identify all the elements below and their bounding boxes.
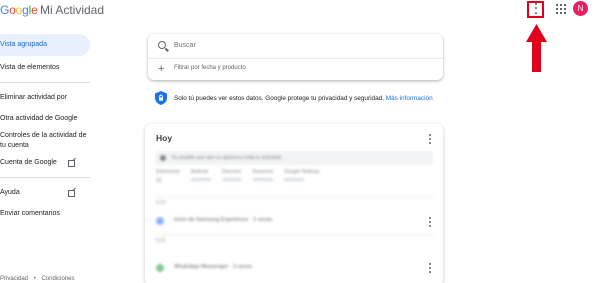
stat-label[interactable]: Google Noticias	[284, 169, 319, 175]
time-label: 9:20	[156, 200, 166, 206]
apps-grid-icon[interactable]	[556, 4, 566, 14]
sidebar-item-feedback[interactable]: Enviar comentarios	[0, 209, 90, 219]
google-logo[interactable]: Google	[0, 3, 38, 17]
sidebar-item-item-view[interactable]: Vista de elementos	[0, 63, 90, 73]
learn-more-link[interactable]: Más información	[386, 95, 433, 102]
app-icon	[156, 217, 164, 225]
footer-links: Privacidad • Condiciones	[0, 276, 75, 282]
filter-by-date-product[interactable]: Filtrar por fecha y producto	[174, 65, 246, 71]
top-bar: Google Mi Actividad N	[0, 0, 600, 22]
sidebar-divider	[0, 82, 90, 83]
sidebar-item-grouped-view[interactable]: Vista agrupada	[0, 34, 90, 56]
activity-row[interactable]: WhatsApp Messenger · 3 veces	[156, 263, 436, 273]
shield-lock-icon	[155, 91, 167, 105]
app-title: Mi Actividad	[40, 3, 105, 17]
more-options-icon[interactable]	[531, 2, 540, 15]
row-more-options-icon[interactable]	[428, 217, 432, 227]
sidebar-item-activity-controls[interactable]: Controles de la actividad de tu cuenta	[0, 131, 88, 151]
card-title: Hoy	[156, 133, 173, 143]
sidebar-item-delete-activity[interactable]: Eliminar actividad por	[0, 93, 90, 103]
info-icon	[160, 154, 166, 161]
card-more-options-icon[interactable]	[428, 134, 432, 144]
add-filter-icon[interactable]: +	[158, 64, 164, 75]
activity-text[interactable]: WhatsApp Messenger · 3 veces	[174, 264, 252, 270]
today-card: Hoy Es posible que aún no aparezca toda …	[145, 124, 443, 283]
divider	[156, 234, 434, 235]
activity-text[interactable]: Inicio de Samsung Experience · 2 veces	[174, 217, 272, 223]
privacy-text: Solo tú puedes ver estos datos. Google p…	[174, 95, 384, 102]
stat-label: Elementos	[156, 169, 180, 175]
sidebar-item-other-activity[interactable]: Otra actividad de Google	[0, 114, 90, 124]
sidebar: Vista agrupada Vista de elementos Elimin…	[0, 34, 92, 283]
time-label: 9:20	[156, 238, 166, 244]
divider	[148, 58, 443, 59]
privacy-notice: Solo tú puedes ver estos datos. Google p…	[155, 91, 455, 107]
sidebar-item-help[interactable]: Ayuda	[0, 188, 90, 198]
avatar[interactable]: N	[573, 1, 588, 16]
terms-link[interactable]: Condiciones	[41, 276, 74, 282]
stat-value: 22	[156, 178, 162, 184]
search-icon[interactable]	[158, 41, 166, 49]
activity-row[interactable]: Inicio de Samsung Experience · 2 veces	[156, 216, 436, 226]
annotation-arrow-up-icon	[526, 24, 547, 72]
search-card: + Filtrar por fecha y producto	[148, 34, 443, 80]
stat-label[interactable]: Anuncios	[253, 169, 274, 175]
divider	[156, 196, 434, 197]
privacy-link[interactable]: Privacidad	[0, 276, 28, 282]
sidebar-divider	[0, 177, 90, 178]
open-in-new-icon	[68, 160, 75, 167]
search-input[interactable]	[174, 39, 429, 52]
row-more-options-icon[interactable]	[428, 263, 432, 273]
incomplete-activity-notice: Es posible que aún no aparezca toda la a…	[155, 151, 433, 165]
activity-stats: Elementos 22 Android Discover Anuncios Go…	[156, 169, 376, 184]
sidebar-item-google-account[interactable]: Cuenta de Google	[0, 158, 90, 168]
stat-label[interactable]: Discover	[222, 169, 242, 175]
stat-label[interactable]: Android	[191, 169, 211, 175]
open-in-new-icon	[68, 190, 75, 197]
footer-separator: •	[33, 276, 36, 282]
app-icon	[156, 264, 164, 272]
